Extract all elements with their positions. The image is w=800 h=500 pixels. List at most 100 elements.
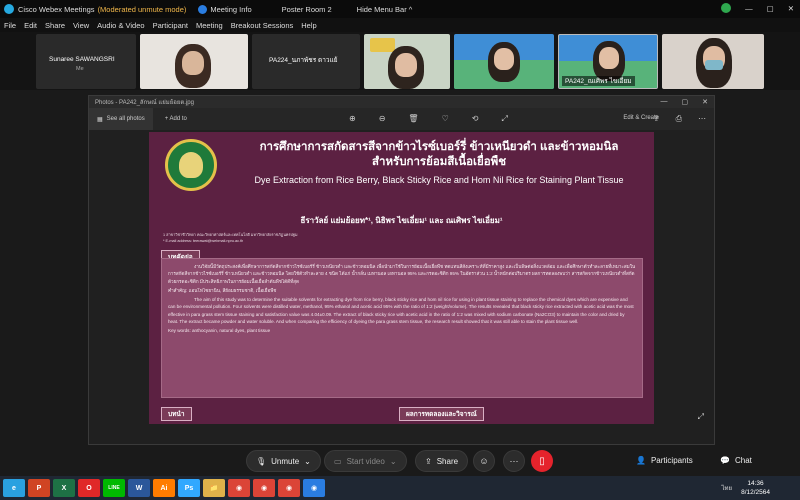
shield-icon[interactable] — [721, 3, 732, 13]
favorite-icon[interactable]: ♡ — [442, 114, 449, 124]
photos-minimize-icon[interactable]: — — [661, 98, 668, 106]
abstract-english: The aim of this study was to determine t… — [168, 297, 634, 325]
system-clock[interactable]: 14:36 8/12/2564 — [741, 479, 770, 497]
menu-view[interactable]: View — [73, 21, 89, 30]
add-to-button[interactable]: + Add to — [165, 116, 187, 122]
taskbar-app-line[interactable]: LINE — [103, 479, 125, 497]
delete-icon[interactable]: 🗑 — [408, 114, 418, 124]
window-titlebar: Cisco Webex Meetings (Moderated unmute m… — [0, 0, 800, 18]
taskbar-app-illustrator[interactable]: Ai — [153, 479, 175, 497]
crop-icon[interactable]: ⤢ — [501, 114, 507, 124]
participant-tile[interactable]: PA242_ณเศิพร ไขเอี่ยม — [558, 34, 658, 89]
section-intro-heading: บทนำ — [161, 407, 192, 421]
participant-tile[interactable] — [662, 34, 764, 89]
taskbar-app-edge[interactable]: e — [3, 479, 25, 497]
photos-close-icon[interactable]: ✕ — [702, 98, 708, 106]
microphone-muted-icon: 🎙 — [256, 456, 267, 466]
unmute-button[interactable]: 🎙 Unmute ⌄ — [246, 450, 321, 472]
menu-breakout-sessions[interactable]: Breakout Sessions — [231, 21, 294, 30]
keywords-english: Key words: anthocyanin, natural dyes, pl… — [168, 328, 271, 334]
taskbar-app-opera[interactable]: O — [78, 479, 100, 497]
hide-menu-bar-button[interactable]: Hide Menu Bar ^ — [357, 5, 413, 14]
meeting-controls: 🎙 Unmute ⌄ ▭ Start video ⌄ ⇪ Share ☺ ···… — [0, 446, 800, 476]
participant-tile[interactable]: Sunaree SAWANGSRI Me — [36, 34, 136, 89]
unmute-label: Unmute — [271, 456, 300, 466]
participant-face — [395, 53, 417, 77]
reactions-icon: ☺ — [479, 456, 489, 466]
taskbar-app-word[interactable]: W — [128, 479, 150, 497]
taskbar-app-powerpoint[interactable]: P — [28, 479, 50, 497]
background-sign — [370, 38, 395, 52]
more-icon: ··· — [509, 456, 519, 466]
menu-audio-video[interactable]: Audio & Video — [97, 21, 144, 30]
close-icon[interactable]: ✕ — [788, 4, 794, 13]
rotate-icon[interactable]: ⟲ — [472, 114, 479, 124]
participant-face — [599, 47, 619, 69]
language-indicator[interactable]: ไทย — [722, 483, 733, 493]
menu-meeting[interactable]: Meeting — [196, 21, 223, 30]
moderated-mode-label: (Moderated unmute mode) — [97, 4, 187, 14]
chevron-up-icon: ^ — [408, 4, 413, 14]
photos-toolbar: ▦ See all photos + Add to ⊕ ⊖ 🗑 ♡ ⟲ ⤢ Ed… — [89, 108, 714, 130]
poster-image: การศึกษาการสกัดสารสีจากข้าวไรซ์เบอร์รี่ … — [149, 132, 654, 424]
section-results-heading: ผลการทดลองและวิจารณ์ — [399, 407, 484, 421]
participant-name: PA242_ณเศิพร ไขเอี่ยม — [562, 76, 635, 86]
webex-logo-icon — [4, 4, 14, 14]
menu-participant[interactable]: Participant — [153, 21, 188, 30]
participant-name: PA224_นภาพัชร ดาวแย้ — [269, 57, 338, 64]
participant-tile[interactable] — [454, 34, 554, 89]
participant-strip: Sunaree SAWANGSRI Me PA224_นภาพัชร ดาวแย… — [0, 32, 800, 90]
participants-panel-button[interactable]: 👤 Participants — [636, 456, 693, 465]
minimize-icon[interactable]: — — [745, 4, 753, 13]
participant-tile[interactable] — [364, 34, 450, 89]
participant-face — [182, 51, 204, 75]
taskbar-app-chrome[interactable]: ◉ — [278, 479, 300, 497]
taskbar-app-excel[interactable]: X — [53, 479, 75, 497]
clock-date: 8/12/2564 — [741, 489, 770, 496]
poster-title-thai: การศึกษาการสกัดสารสีจากข้าวไรซ์เบอร์รี่ … — [229, 140, 649, 170]
abstract-box: งานวิจัยนี้มีวัตถุประสงค์เพื่อศึกษาการสก… — [161, 258, 643, 398]
print-icon[interactable]: ⎙ — [676, 114, 682, 124]
taskbar-app-webex[interactable]: ◉ — [303, 479, 325, 497]
taskbar-app-photoshop[interactable]: Ps — [178, 479, 200, 497]
meeting-info-button[interactable]: Meeting Info — [198, 4, 252, 14]
see-all-photos-button[interactable]: ▦ See all photos — [89, 108, 153, 130]
share-icon[interactable]: ⇪ — [653, 114, 660, 124]
leave-meeting-button[interactable]: ▯ — [531, 450, 553, 472]
room-name: Poster Room 2 — [281, 4, 332, 14]
zoom-out-icon[interactable]: ⊖ — [379, 114, 386, 124]
chevron-down-icon: ⌄ — [304, 456, 311, 466]
university-seal-logo — [165, 139, 217, 191]
photos-maximize-icon[interactable]: ▢ — [682, 98, 689, 106]
menu-help[interactable]: Help — [301, 21, 316, 30]
participant-tile[interactable] — [140, 34, 248, 89]
participant-me-label: Me — [76, 66, 84, 72]
video-off-icon: ▭ — [334, 456, 342, 466]
more-options-icon[interactable]: ⋯ — [698, 114, 706, 124]
start-video-label: Start video — [346, 456, 385, 466]
reactions-button[interactable]: ☺ — [473, 450, 495, 472]
share-button[interactable]: ⇪ Share — [415, 450, 469, 472]
menu-file[interactable]: File — [4, 21, 16, 30]
taskbar-app-chrome[interactable]: ◉ — [228, 479, 250, 497]
participant-name: Sunaree SAWANGSRI — [49, 56, 115, 63]
taskbar-app-file-explorer[interactable]: 📁 — [203, 479, 225, 497]
participant-tile[interactable]: PA224_นภาพัชร ดาวแย้ — [252, 34, 360, 89]
info-icon — [198, 4, 208, 14]
menu-edit[interactable]: Edit — [24, 21, 37, 30]
expand-icon[interactable]: ⤢ — [698, 412, 704, 422]
start-video-button[interactable]: ▭ Start video ⌄ — [324, 450, 407, 472]
clock-time: 14:36 — [747, 480, 764, 487]
gallery-icon: ▦ — [97, 116, 103, 123]
photos-window: Photos - PA242_ลักษณ์ แย่มย้อยต.jpg — ▢ … — [88, 95, 715, 445]
zoom-in-icon[interactable]: ⊕ — [349, 114, 356, 124]
menu-share[interactable]: Share — [45, 21, 65, 30]
photos-title: Photos - PA242_ลักษณ์ แย่มย้อยต.jpg — [95, 100, 194, 106]
maximize-icon[interactable]: ▢ — [767, 4, 774, 13]
taskbar-app-chrome[interactable]: ◉ — [253, 479, 275, 497]
chat-panel-button[interactable]: 💬 Chat — [720, 456, 752, 465]
poster-title-english: Dye Extraction from Rice Berry, Black St… — [254, 175, 624, 185]
affiliation-email: * E-mail address: teerawat@webmail.npru.… — [163, 239, 244, 243]
leave-icon: ▯ — [539, 455, 545, 467]
more-options-button[interactable]: ··· — [503, 450, 525, 472]
